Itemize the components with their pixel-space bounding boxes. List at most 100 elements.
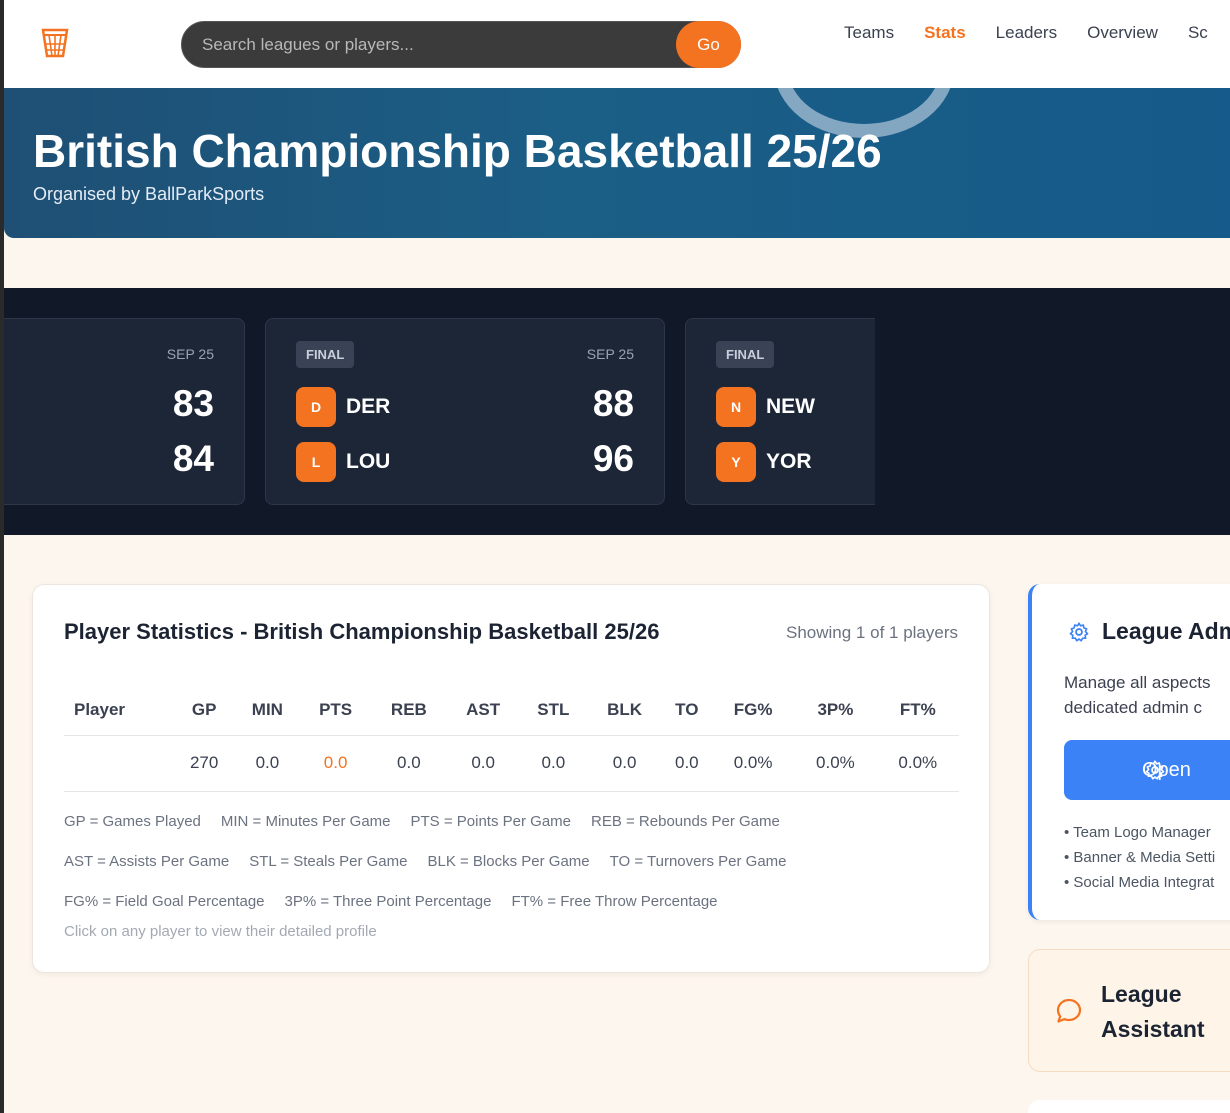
stats-legend-row: GP = Games Played MIN = Minutes Per Game… (64, 813, 780, 830)
cell-reb: 0.0 (370, 735, 448, 792)
cell-fg-pct: 0.0% (711, 735, 795, 792)
admin-desc-line: Manage all aspects (1064, 673, 1211, 692)
cell-min: 0.0 (234, 735, 301, 792)
cell-ast: 0.0 (447, 735, 520, 792)
away-team: L LOU (296, 442, 390, 482)
cell-blk: 0.0 (587, 735, 662, 792)
team-badge: D (296, 387, 336, 427)
col-reb[interactable]: REB (370, 685, 448, 736)
search-input[interactable] (202, 22, 672, 67)
legend-item: TO = Turnovers Per Game (609, 853, 787, 870)
league-admin-card: League Adm Manage all aspects dedicated … (1028, 584, 1230, 920)
home-score: 88 (592, 383, 634, 424)
team-abbr: DER (346, 395, 391, 418)
list-item: • Team Logo Manager (1064, 824, 1211, 841)
game-status-badge: FINAL (716, 341, 775, 368)
cell-player[interactable] (64, 735, 174, 792)
gear-icon (1069, 622, 1089, 642)
nav-overview[interactable]: Overview (1087, 23, 1158, 43)
admin-card-title: League Adm (1102, 618, 1230, 644)
score-card[interactable]: FINAL N NEW Y YOR (685, 318, 875, 505)
team-abbr: NEW (766, 395, 815, 418)
player-stats-card: Player Statistics - British Championship… (32, 584, 990, 973)
team-badge: Y (716, 442, 756, 482)
col-pts[interactable]: PTS (300, 685, 371, 736)
legend-item: AST = Assists Per Game (64, 853, 230, 870)
league-assistant-card[interactable]: League Assistant (1028, 949, 1230, 1072)
next-sidebar-card (1028, 1100, 1230, 1113)
col-3p-pct[interactable]: 3P% (794, 685, 877, 736)
legend-item: 3P% = Three Point Percentage (284, 893, 492, 910)
legend-item: PTS = Points Per Game (410, 813, 571, 830)
table-header-row: Player GP MIN PTS REB AST STL BLK TO FG%… (64, 685, 959, 736)
scores-ticker[interactable]: SEP 25 83 84 FINAL SEP 25 D DER 88 L LOU… (4, 288, 1230, 535)
cell-stl: 0.0 (519, 735, 588, 792)
legend-item: BLK = Blocks Per Game (427, 853, 590, 870)
col-to[interactable]: TO (661, 685, 712, 736)
col-ast[interactable]: AST (447, 685, 520, 736)
away-score: 96 (592, 438, 634, 479)
legend-item: GP = Games Played (64, 813, 201, 830)
gear-icon (1145, 760, 1165, 780)
legend-item: STL = Steals Per Game (249, 853, 408, 870)
col-min[interactable]: MIN (234, 685, 301, 736)
score-card[interactable]: SEP 25 83 84 (4, 318, 245, 505)
game-status-badge: FINAL (296, 341, 355, 368)
league-organiser: Organised by BallParkSports (33, 184, 265, 204)
game-date: SEP 25 (166, 346, 214, 362)
col-player[interactable]: Player (64, 685, 174, 736)
league-title: British Championship Basketball 25/26 (33, 125, 882, 177)
stats-hint: Click on any player to view their detail… (64, 923, 377, 940)
search-go-button[interactable]: Go (676, 21, 741, 68)
players-count: Showing 1 of 1 players (786, 623, 958, 642)
assistant-title: League Assistant (1101, 977, 1205, 1047)
away-team: Y YOR (716, 442, 812, 482)
nav-teams[interactable]: Teams (844, 23, 894, 43)
window-left-border (0, 0, 4, 1113)
top-header: Go Teams Stats Leaders Overview Sc (0, 0, 1230, 88)
stats-legend-row: AST = Assists Per Game STL = Steals Per … (64, 853, 787, 870)
cell-3p-pct: 0.0% (794, 735, 877, 792)
cell-gp: 270 (174, 735, 235, 792)
chat-bubble-icon (1056, 998, 1082, 1023)
col-ft-pct[interactable]: FT% (876, 685, 959, 736)
assistant-title-line: League (1101, 981, 1182, 1007)
cell-pts: 0.0 (300, 735, 371, 792)
nav-more[interactable]: Sc (1188, 23, 1208, 43)
away-score: 84 (172, 438, 214, 479)
game-date: SEP 25 (586, 346, 634, 362)
list-item: • Social Media Integrat (1064, 874, 1215, 891)
team-abbr: YOR (766, 450, 812, 473)
basketball-hoop-logo-icon[interactable] (40, 26, 70, 60)
assistant-title-line: Assistant (1101, 1016, 1205, 1042)
admin-desc-line: dedicated admin c (1064, 698, 1202, 717)
team-badge: N (716, 387, 756, 427)
table-row[interactable]: 270 0.0 0.0 0.0 0.0 0.0 0.0 0.0 0.0% 0.0… (64, 735, 959, 792)
home-team: D DER (296, 387, 390, 427)
search-bar: Go (181, 21, 741, 68)
home-score: 83 (172, 383, 214, 424)
col-gp[interactable]: GP (174, 685, 235, 736)
league-banner: British Championship Basketball 25/26 Or… (4, 88, 1230, 238)
admin-features-list: • Team Logo Manager • Banner & Media Set… (1064, 820, 1215, 895)
player-stats-table: Player GP MIN PTS REB AST STL BLK TO FG%… (64, 685, 959, 792)
team-abbr: LOU (346, 450, 391, 473)
cell-to: 0.0 (661, 735, 712, 792)
legend-item: MIN = Minutes Per Game (220, 813, 391, 830)
main-nav: Teams Stats Leaders Overview Sc (844, 23, 1208, 43)
cell-ft-pct: 0.0% (876, 735, 959, 792)
nav-leaders[interactable]: Leaders (996, 23, 1057, 43)
col-blk[interactable]: BLK (587, 685, 662, 736)
legend-item: FT% = Free Throw Percentage (511, 893, 718, 910)
nav-stats[interactable]: Stats (924, 23, 966, 43)
admin-description: Manage all aspects dedicated admin c (1064, 670, 1210, 720)
col-stl[interactable]: STL (519, 685, 588, 736)
col-fg-pct[interactable]: FG% (711, 685, 795, 736)
stats-title: Player Statistics - British Championship… (64, 619, 660, 644)
home-team: N NEW (716, 387, 815, 427)
list-item: • Banner & Media Setti (1064, 849, 1216, 866)
score-card[interactable]: FINAL SEP 25 D DER 88 L LOU 96 (265, 318, 665, 505)
team-badge: L (296, 442, 336, 482)
legend-item: REB = Rebounds Per Game (591, 813, 780, 830)
legend-item: FG% = Field Goal Percentage (64, 893, 265, 910)
